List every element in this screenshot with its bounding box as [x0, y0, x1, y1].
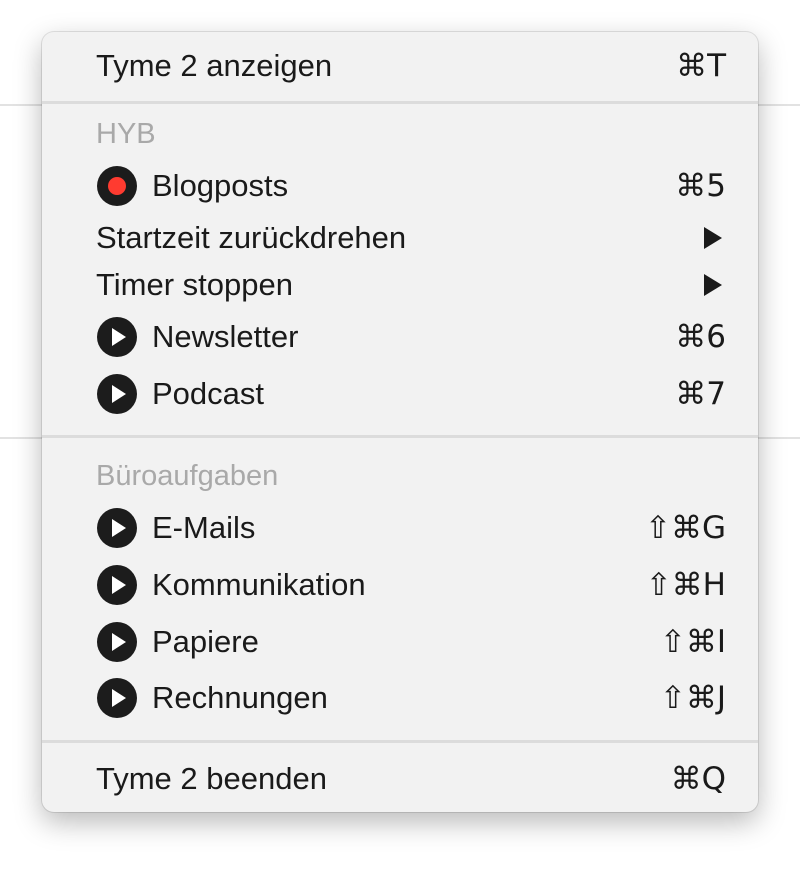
menu-item-label: Rechnungen	[152, 680, 328, 715]
menu-item-stop-timer[interactable]: Timer stoppen	[42, 260, 758, 310]
group-header-bueroaufgaben: Büroaufgaben	[96, 460, 279, 492]
menu-item-label: Blogposts	[152, 168, 289, 203]
play-icon	[97, 622, 137, 662]
menu-item-newsletter[interactable]: Newsletter ⌘6	[42, 312, 758, 362]
menu-item-rechnungen[interactable]: Rechnungen ⇧⌘J	[42, 673, 758, 723]
menu-item-label: Startzeit zurückdrehen	[96, 220, 407, 255]
menu-separator	[42, 740, 758, 743]
menu-item-quit-tyme[interactable]: Tyme 2 beenden ⌘Q	[42, 754, 758, 804]
menu-item-emails[interactable]: E-Mails ⇧⌘G	[42, 503, 758, 553]
tyme-status-menu: Tyme 2 anzeigen ⌘T HYB Blogposts ⌘5 Star…	[42, 32, 758, 812]
menu-item-label: Tyme 2 beenden	[96, 761, 327, 796]
play-icon	[97, 508, 137, 548]
menu-item-shortcut: ⌘T	[676, 48, 726, 84]
group-header-hyb: HYB	[96, 118, 156, 150]
menu-item-shortcut: ⌘6	[675, 319, 726, 355]
play-icon	[97, 317, 137, 357]
play-icon	[97, 374, 137, 414]
menu-item-shortcut: ⇧⌘G	[645, 510, 726, 546]
play-icon	[97, 678, 137, 718]
menu-item-blogposts[interactable]: Blogposts ⌘5	[42, 161, 758, 211]
menu-item-shortcut: ⇧⌘H	[645, 567, 726, 603]
menu-separator	[42, 435, 758, 438]
menu-item-shortcut: ⌘5	[675, 168, 726, 204]
menu-separator	[42, 101, 758, 104]
menu-item-kommunikation[interactable]: Kommunikation ⇧⌘H	[42, 560, 758, 610]
menu-item-label: E-Mails	[152, 510, 256, 545]
menu-item-shortcut: ⇧⌘I	[659, 624, 726, 660]
menu-item-label: Kommunikation	[152, 567, 366, 602]
menu-item-label: Podcast	[152, 376, 265, 411]
submenu-arrow-icon	[704, 227, 722, 249]
menu-item-label: Tyme 2 anzeigen	[96, 48, 333, 83]
record-icon	[97, 166, 137, 206]
menu-item-rewind-start-time[interactable]: Startzeit zurückdrehen	[42, 213, 758, 263]
menu-item-papiere[interactable]: Papiere ⇧⌘I	[42, 617, 758, 667]
menu-item-label: Timer stoppen	[96, 267, 293, 302]
menu-item-podcast[interactable]: Podcast ⌘7	[42, 369, 758, 419]
submenu-arrow-icon	[704, 274, 722, 296]
menu-item-show-tyme[interactable]: Tyme 2 anzeigen ⌘T	[42, 41, 758, 91]
play-icon	[97, 565, 137, 605]
menu-item-label: Newsletter	[152, 319, 299, 354]
menu-item-shortcut: ⇧⌘J	[659, 680, 726, 716]
menu-item-label: Papiere	[152, 624, 259, 659]
menu-item-shortcut: ⌘7	[675, 376, 726, 412]
menu-item-shortcut: ⌘Q	[670, 761, 726, 797]
